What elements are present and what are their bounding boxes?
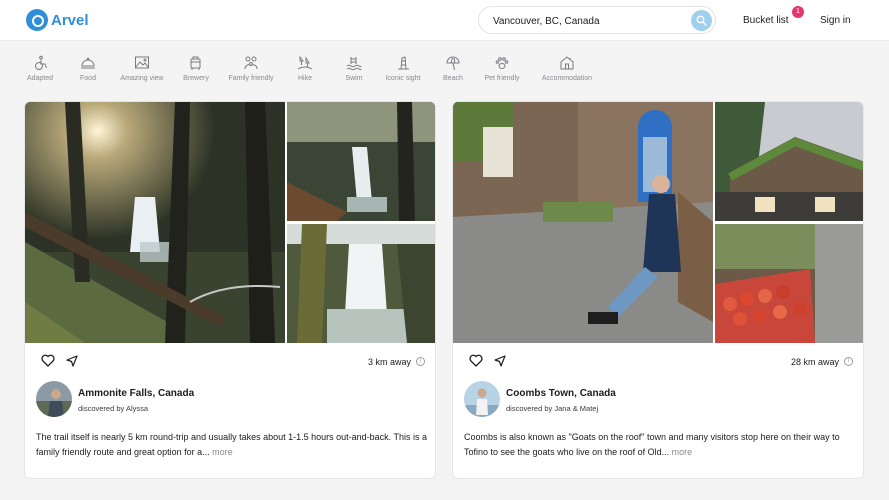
category-amazing-view[interactable]: Amazing view (112, 55, 172, 82)
logo-mark-icon (26, 9, 48, 31)
place-description: The trail itself is nearly 5 km round-tr… (36, 430, 428, 460)
distance-text: 3 km away (367, 357, 411, 367)
info-icon[interactable]: i (844, 357, 853, 366)
place-description: Coombs is also known as "Goats on the ro… (464, 430, 856, 460)
place-name[interactable]: Ammonite Falls, Canada (78, 388, 194, 399)
avatar[interactable] (36, 381, 72, 417)
card-actions: 3 km away i (25, 343, 435, 379)
landscape-view-icon (135, 56, 149, 69)
logo-text: Arvel (51, 11, 89, 29)
share-icon[interactable] (66, 355, 78, 367)
family-icon (244, 56, 258, 70)
search-icon (696, 15, 707, 26)
discovered-by: discovered by Jana & Matej (506, 404, 599, 413)
category-brewery[interactable]: Brewery (166, 55, 226, 82)
food-dome-icon (81, 57, 95, 69)
logo[interactable]: Arvel (26, 9, 89, 31)
category-label: Accommodation (541, 75, 593, 82)
category-pet-friendly[interactable]: Pet friendly (472, 55, 532, 82)
info-icon[interactable]: i (416, 357, 425, 366)
user-photo (36, 381, 72, 417)
category-label: Food (80, 75, 96, 82)
category-label: Pet friendly (484, 75, 520, 82)
house-icon (560, 56, 574, 70)
category-label: Brewery (183, 75, 209, 82)
bucket-list-link[interactable]: Bucket list (743, 15, 789, 26)
more-link[interactable]: more (672, 447, 693, 457)
waterfall-closeup-photo (287, 224, 435, 343)
heart-icon[interactable] (41, 354, 55, 367)
main-photo[interactable] (453, 102, 713, 343)
paw-icon (495, 57, 509, 69)
forest-waterfall-photo (25, 102, 285, 343)
share-icon[interactable] (494, 355, 506, 367)
brewery-icon (190, 56, 201, 70)
beach-umbrella-icon (446, 56, 460, 71)
avatar[interactable] (464, 381, 500, 417)
user-photo (464, 381, 500, 417)
search-button[interactable] (691, 10, 712, 31)
search-box (478, 6, 716, 34)
town-street-photo (453, 102, 713, 343)
place-card-coombs-town[interactable]: 28 km away i Coombs Town, Canada discove… (452, 101, 864, 479)
category-bar: Adapted Food Amazing view Brewery Family… (0, 41, 889, 101)
secondary-photo-top[interactable] (287, 102, 435, 221)
secondary-photo-bottom[interactable] (715, 224, 863, 343)
distance-text: 28 km away (790, 357, 839, 367)
sign-in-link[interactable]: Sign in (820, 15, 851, 26)
waterfall-viewpoint-photo (287, 102, 435, 221)
bucket-count-badge: 1 (792, 6, 804, 18)
market-tomatoes-photo (715, 224, 863, 343)
more-link[interactable]: more (212, 447, 233, 457)
place-card-ammonite-falls[interactable]: 3 km away i Ammonite Falls, Canada disco… (24, 101, 436, 479)
wheelchair-icon (35, 55, 47, 70)
swim-icon (346, 57, 362, 71)
top-header: Arvel Bucket list 1 Sign in (0, 0, 889, 41)
heart-icon[interactable] (469, 354, 483, 367)
secondary-photo-top[interactable] (715, 102, 863, 221)
category-food[interactable]: Food (58, 55, 118, 82)
landmark-icon (398, 56, 409, 70)
secondary-photo-bottom[interactable] (287, 224, 435, 343)
description-text: Coombs is also known as "Goats on the ro… (464, 432, 840, 457)
hike-icon (297, 55, 313, 70)
category-family-friendly[interactable]: Family friendly (221, 55, 281, 82)
category-label: Amazing view (120, 75, 164, 82)
category-label: Family friendly (228, 75, 274, 82)
place-name[interactable]: Coombs Town, Canada (506, 388, 616, 399)
discovered-by: discovered by Alyssa (78, 404, 149, 413)
category-accommodation[interactable]: Accommodation (537, 55, 597, 82)
card-actions: 28 km away i (453, 343, 863, 379)
search-input[interactable] (493, 13, 678, 29)
goat-roof-photo (715, 102, 863, 221)
main-photo[interactable] (25, 102, 285, 343)
